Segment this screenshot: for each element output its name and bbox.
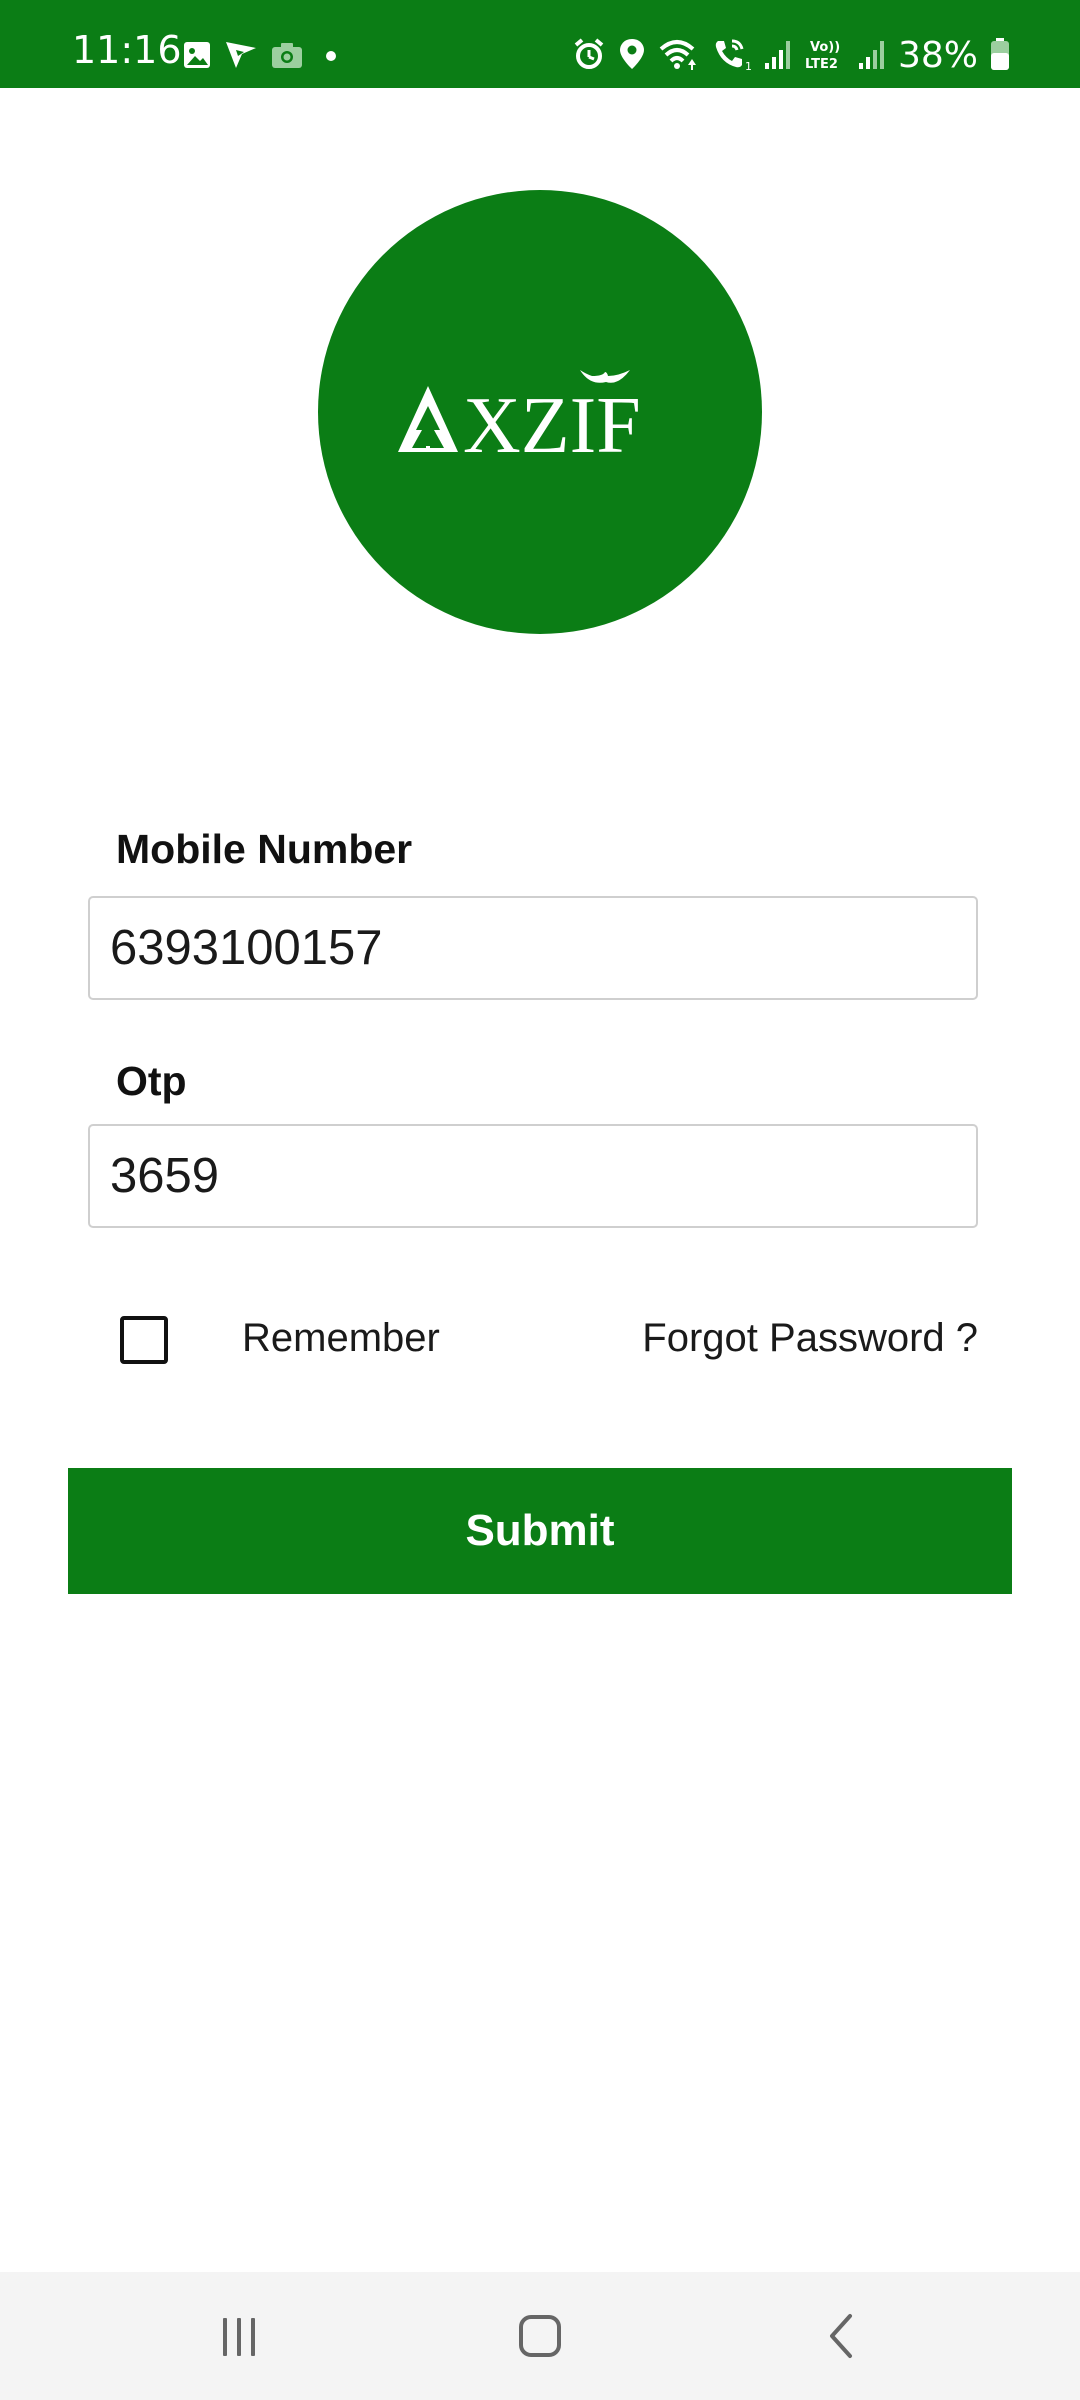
status-time: 11:16 <box>72 28 182 72</box>
status-right-icons: 1 Vo)) LTE2 38% <box>572 36 1010 76</box>
navigation-bar <box>0 2272 1080 2400</box>
volte-lte2-icon: Vo)) LTE2 <box>804 37 846 76</box>
signal-icon <box>764 37 792 76</box>
submit-button[interactable]: Submit <box>68 1468 1012 1594</box>
wifi-call-icon: 1 <box>712 37 752 76</box>
svg-text:LTE2: LTE2 <box>805 57 838 71</box>
mobile-number-input[interactable] <box>88 896 978 1000</box>
login-screen: 11:16 1 Vo)) LTE2 38% XZIF Mobile Number… <box>0 0 1080 2400</box>
remember-label: Remember <box>242 1316 440 1360</box>
logo-bird-mark <box>580 370 630 383</box>
dot-icon <box>316 40 346 75</box>
location-icon <box>618 37 646 76</box>
back-icon[interactable] <box>806 2300 878 2372</box>
navigation-flag-icon <box>224 40 258 75</box>
home-icon[interactable] <box>504 2300 576 2372</box>
svg-text:Vo)): Vo)) <box>810 40 840 55</box>
gallery-icon <box>182 40 212 75</box>
mobile-number-label: Mobile Number <box>116 826 413 872</box>
recents-icon[interactable] <box>203 2300 275 2372</box>
logo-wordmark: XZIF <box>463 382 641 470</box>
signal-icon <box>858 37 886 76</box>
camera-icon <box>270 40 304 75</box>
alarm-icon <box>572 37 606 76</box>
otp-input[interactable] <box>88 1124 978 1228</box>
status-left-icons <box>182 40 346 75</box>
wifi-icon <box>658 37 700 76</box>
battery-icon <box>990 37 1010 76</box>
remember-checkbox[interactable] <box>120 1316 168 1364</box>
logo-tree-a-mark <box>398 386 458 452</box>
battery-percent: 38% <box>897 35 978 76</box>
forgot-password-link[interactable]: Forgot Password ? <box>642 1316 978 1361</box>
status-bar: 11:16 1 Vo)) LTE2 38% <box>0 0 1080 88</box>
otp-label: Otp <box>116 1058 187 1104</box>
svg-text:1: 1 <box>745 60 752 71</box>
axzif-logo: XZIF <box>318 190 762 634</box>
